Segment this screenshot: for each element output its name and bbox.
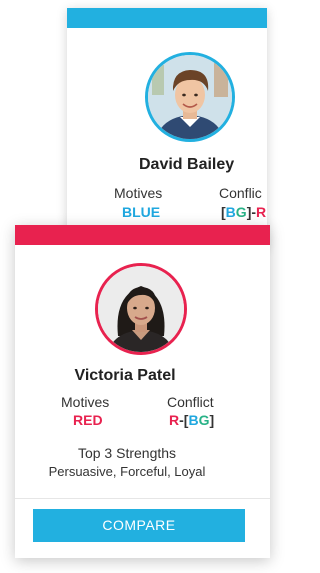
- motives-value: RED: [73, 412, 103, 428]
- profile-card-victoria[interactable]: Victoria Patel Motives RED Conflict R-[B…: [15, 225, 270, 558]
- conflict-label: Conflict: [167, 394, 214, 410]
- motives-label: Motives: [61, 394, 110, 410]
- person-name: Victoria Patel: [74, 367, 176, 384]
- comparison-stage: David Bailey Motives BLUE Conflic [BG]-R: [0, 0, 270, 573]
- person-name: David Bailey: [139, 156, 235, 173]
- card-color-bar-red: [15, 225, 270, 245]
- conflict-g: G: [198, 412, 210, 428]
- avatar: [95, 263, 187, 355]
- avatar: [145, 52, 235, 142]
- conflict-b: B: [188, 412, 199, 428]
- strengths-list: Persuasive, Forceful, Loyal: [48, 464, 206, 479]
- conflict-value: [BG]-R: [221, 204, 266, 220]
- person-photo-icon: [98, 266, 184, 352]
- motives-value: BLUE: [122, 204, 161, 220]
- conflict-r: R: [169, 412, 180, 428]
- card-divider: [15, 498, 270, 499]
- compare-button[interactable]: COMPARE: [33, 509, 245, 542]
- card-color-bar-blue: [67, 8, 267, 28]
- conflict-value: R-[BG]: [169, 412, 214, 428]
- conflict-bracket-close: ]: [209, 412, 215, 428]
- profile-card-david[interactable]: David Bailey Motives BLUE Conflic [BG]-R: [67, 8, 267, 248]
- conflict-r: R: [256, 204, 267, 220]
- conflict-g: G: [235, 204, 247, 220]
- conflict-label: Conflic: [219, 185, 262, 201]
- strengths-title: Top 3 Strengths: [77, 445, 177, 461]
- person-photo-icon: [148, 55, 232, 139]
- motives-label: Motives: [114, 185, 163, 201]
- conflict-b: B: [225, 204, 236, 220]
